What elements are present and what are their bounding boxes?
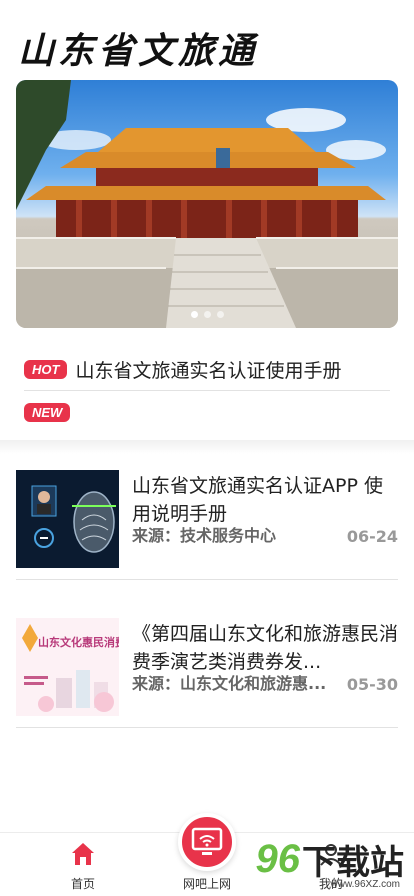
banner-dot[interactable] — [203, 311, 211, 318]
net-button[interactable] — [178, 813, 236, 871]
news-date: 05-30 — [346, 675, 398, 694]
divider — [24, 390, 390, 391]
watermark-text: 下载站 — [302, 843, 404, 883]
divider — [16, 727, 398, 728]
bottom-tabbar: 首页 网吧上网 我的 96 下载站 www.96XZ.com — [0, 813, 414, 896]
watermark-url: www.96XZ.com — [330, 879, 400, 890]
news-thumbnail: 山东文化惠民消费季 — [16, 618, 119, 716]
news-source: 来源：技术服务中心 — [132, 526, 277, 545]
news-title: 《第四届山东文化和旅游惠民消费季演艺类消费券发... — [132, 623, 399, 673]
app-title: 山东省文旅通 — [18, 30, 259, 72]
watermark-number: 96 — [255, 837, 301, 881]
monitor-wifi-icon — [191, 827, 223, 855]
tab-net-label: 网吧上网 — [182, 877, 231, 891]
news-title: 山东省文旅通实名认证APP 使用说明手册 — [132, 475, 383, 525]
section-separator — [0, 440, 414, 454]
notice-text[interactable]: 山东省文旅通实名认证使用手册 — [75, 356, 341, 383]
news-item[interactable]: 山东省文旅通实名认证APP 使用说明手册 来源：技术服务中心 06-24 — [16, 470, 398, 580]
banner-dot[interactable] — [216, 311, 224, 318]
news-source: 来源：山东文化和旅游惠... — [132, 674, 327, 693]
tab-home[interactable]: 首页 — [38, 841, 128, 892]
banner-dot[interactable] — [190, 311, 198, 318]
tab-net[interactable]: 网吧上网 — [162, 813, 252, 892]
notice-hot[interactable]: HOT 山东省文旅通实名认证使用手册 — [24, 356, 390, 383]
news-thumbnail — [16, 470, 119, 568]
poster-text: 山东文化惠民消费季 — [38, 636, 119, 649]
banner-carousel[interactable] — [16, 80, 398, 328]
hot-tag: HOT — [24, 360, 68, 379]
home-icon — [72, 843, 94, 865]
poster-thumbnail-icon — [16, 618, 119, 716]
notice-new[interactable]: NEW — [24, 403, 390, 422]
new-tag: NEW — [24, 403, 71, 422]
tab-home-label: 首页 — [70, 877, 95, 891]
news-date: 06-24 — [346, 527, 398, 546]
news-item[interactable]: 山东文化惠民消费季 《第四届山东文化和旅游惠民消费季演艺类消费券发... 来源：… — [16, 618, 398, 728]
face-scan-thumbnail-icon — [16, 470, 119, 568]
watermark-logo: 96 下载站 www.96XZ.com — [255, 835, 405, 890]
banner-indicator — [16, 311, 398, 318]
divider — [16, 579, 398, 580]
banner-image — [16, 80, 398, 328]
